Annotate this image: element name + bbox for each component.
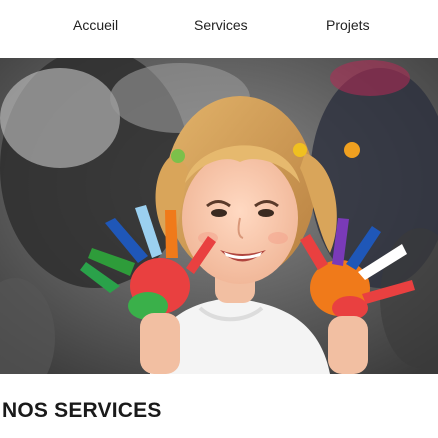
nav-link-projets[interactable]: Projets	[326, 16, 370, 34]
nav-link-accueil[interactable]: Accueil	[73, 16, 118, 34]
child-painted-hands-illustration	[0, 58, 438, 374]
nav-link-services[interactable]: Services	[194, 16, 248, 34]
hero-image	[0, 58, 438, 374]
section-title: NOS SERVICES	[2, 399, 162, 422]
top-navigation: Accueil Services Projets	[0, 0, 438, 56]
